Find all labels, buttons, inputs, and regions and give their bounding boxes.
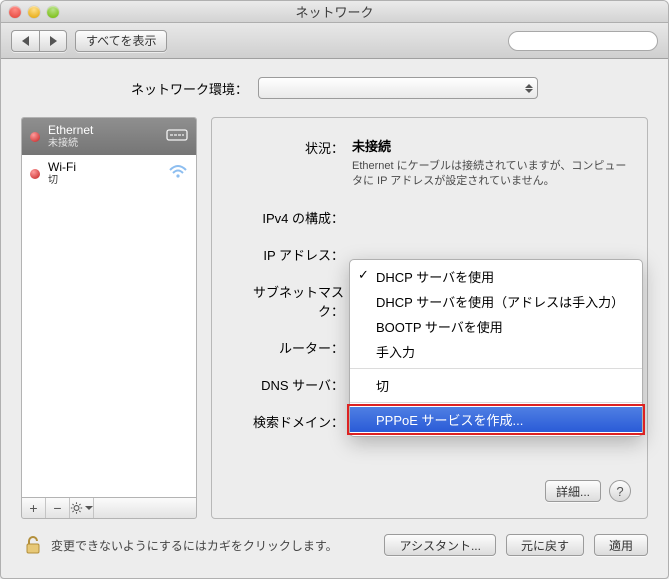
menu-item-create-pppoe[interactable]: PPPoE サービスを作成... <box>350 407 642 432</box>
updown-icon <box>525 84 533 93</box>
service-text: Wi-Fi 切 <box>48 161 76 186</box>
titlebar: ネットワーク <box>1 1 668 23</box>
status-dot-icon <box>30 132 40 142</box>
revert-button[interactable]: 元に戻す <box>506 534 584 556</box>
service-item-wifi[interactable]: Wi-Fi 切 <box>22 155 196 192</box>
service-list[interactable]: Ethernet 未接続 Wi-Fi 切 <box>21 117 197 497</box>
chevron-down-icon <box>85 506 93 510</box>
nav-segment <box>11 30 67 52</box>
service-item-ethernet[interactable]: Ethernet 未接続 <box>22 118 196 155</box>
service-status: 切 <box>48 175 76 187</box>
status-dot-icon <box>30 169 40 179</box>
window-title: ネットワーク <box>1 2 668 21</box>
search-input[interactable] <box>519 34 669 48</box>
lock-row[interactable]: 変更できないようにするにはカギをクリックします。 <box>21 533 338 557</box>
lock-text: 変更できないようにするにはカギをクリックします。 <box>51 537 338 554</box>
status-label: 状況： <box>232 136 352 157</box>
assistant-button[interactable]: アシスタント... <box>384 534 496 556</box>
ipv4-label: IPv4 の構成： <box>232 206 352 227</box>
back-button[interactable] <box>11 30 39 52</box>
network-pref-window: ネットワーク すべてを表示 ネットワーク環境： <box>0 0 669 579</box>
menu-item-off[interactable]: 切 <box>350 373 642 398</box>
status-value: 未接続 <box>352 136 627 155</box>
wifi-icon <box>168 164 188 183</box>
location-select[interactable] <box>258 77 538 99</box>
service-name: Ethernet <box>48 124 93 138</box>
apply-button[interactable]: 適用 <box>594 534 648 556</box>
location-label: ネットワーク環境： <box>131 79 248 98</box>
footer: 変更できないようにするにはカギをクリックします。 アシスタント... 元に戻す … <box>21 533 648 557</box>
ipv4-config-menu[interactable]: DHCP サーバを使用 DHCP サーバを使用（アドレスは手入力） BOOTP … <box>349 259 643 437</box>
remove-service-button[interactable]: − <box>46 498 70 518</box>
service-status: 未接続 <box>48 138 93 150</box>
service-actions-button[interactable] <box>70 498 94 518</box>
forward-button[interactable] <box>39 30 67 52</box>
status-row: 状況： 未接続 Ethernet にケーブルは接続されていますが、コンピュータに… <box>232 136 627 190</box>
menu-item-dhcp-manual[interactable]: DHCP サーバを使用（アドレスは手入力） <box>350 289 642 314</box>
ethernet-icon <box>166 127 188 146</box>
menu-item-bootp[interactable]: BOOTP サーバを使用 <box>350 314 642 339</box>
show-all-button[interactable]: すべてを表示 <box>75 30 167 52</box>
dns-label: DNS サーバ： <box>232 373 352 394</box>
chevron-right-icon <box>50 36 57 46</box>
help-button[interactable]: ? <box>609 480 631 502</box>
service-name: Wi-Fi <box>48 161 76 175</box>
service-text: Ethernet 未接続 <box>48 124 93 149</box>
menu-item-manual[interactable]: 手入力 <box>350 339 642 364</box>
service-toolbar: + − <box>21 497 197 519</box>
search-field[interactable] <box>508 31 658 51</box>
advanced-button[interactable]: 詳細... <box>545 480 601 502</box>
add-service-button[interactable]: + <box>22 498 46 518</box>
subnet-label: サブネットマスク： <box>232 280 352 320</box>
toolbar: すべてを表示 <box>1 23 668 59</box>
content: ネットワーク環境： Ethernet 未接続 <box>1 59 668 578</box>
menu-separator <box>350 368 642 369</box>
router-label: ルーター： <box>232 336 352 357</box>
search-domain-label: 検索ドメイン： <box>232 410 352 431</box>
gear-icon <box>70 501 83 515</box>
menu-item-dhcp[interactable]: DHCP サーバを使用 <box>350 264 642 289</box>
ip-label: IP アドレス： <box>232 243 352 264</box>
lock-open-icon <box>21 533 45 557</box>
status-description: Ethernet にケーブルは接続されていますが、コンピュータに IP アドレス… <box>352 159 627 190</box>
location-row: ネットワーク環境： <box>21 77 648 99</box>
service-sidebar: Ethernet 未接続 Wi-Fi 切 <box>21 117 197 519</box>
menu-separator <box>350 402 642 403</box>
chevron-left-icon <box>22 36 29 46</box>
